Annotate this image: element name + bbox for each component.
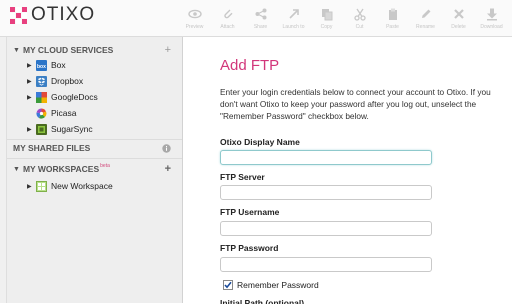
page-title: Add FTP xyxy=(220,57,280,74)
cut-label: Cut xyxy=(355,24,364,30)
preview-button[interactable]: Preview xyxy=(178,0,211,36)
info-icon xyxy=(162,143,171,153)
expand-arrow-icon: ▶ xyxy=(27,78,32,85)
paste-icon xyxy=(388,8,397,20)
sugarsync-icon xyxy=(36,123,47,135)
sidebar-item-googledocs[interactable]: ▶ GoogleDocs xyxy=(27,90,98,104)
copy-icon xyxy=(321,9,332,21)
sidebar-item-label: New Workspace xyxy=(51,181,113,191)
add-workspace-button[interactable]: + xyxy=(165,162,171,176)
sidebar-item-label: GoogleDocs xyxy=(51,92,98,102)
plus-icon: + xyxy=(164,163,171,175)
attach-label: Attach xyxy=(220,24,235,30)
ftp-server-label: FTP Server xyxy=(220,172,265,182)
collapse-rail[interactable] xyxy=(0,37,7,303)
sidebar: ▼ MY CLOUD SERVICES + ▶ box Box ▶ Dropbo… xyxy=(7,37,183,303)
remember-password-label: Remember Password xyxy=(237,280,319,290)
copy-label: Copy xyxy=(320,24,333,30)
pencil-icon xyxy=(421,9,430,18)
paste-label: Paste xyxy=(386,24,399,30)
copy-button[interactable]: Copy xyxy=(310,0,343,36)
display-name-label: Otixo Display Name xyxy=(220,137,300,147)
display-name-input[interactable] xyxy=(220,150,432,165)
otixo-logo[interactable]: OTIXO xyxy=(10,4,96,25)
share-button[interactable]: Share xyxy=(244,0,277,36)
sidebar-item-dropbox[interactable]: ▶ Dropbox xyxy=(27,74,83,88)
delete-label: Delete xyxy=(451,24,466,30)
download-label: Download xyxy=(480,24,503,30)
cut-button[interactable]: Cut xyxy=(343,0,376,36)
plus-icon: + xyxy=(164,44,171,56)
logo-text: OTIXO xyxy=(31,4,96,25)
eye-icon xyxy=(187,9,202,19)
shared-files-header[interactable]: MY SHARED FILES xyxy=(13,141,90,155)
launch-label: Launch to xyxy=(282,24,305,30)
cloud-services-header[interactable]: ▼ MY CLOUD SERVICES xyxy=(13,43,113,57)
download-icon xyxy=(486,8,497,21)
ftp-password-label: FTP Password xyxy=(220,243,279,253)
picasa-icon xyxy=(36,108,47,119)
expand-arrow-icon: ▶ xyxy=(27,126,32,133)
ftp-server-input[interactable] xyxy=(220,185,432,200)
paste-button[interactable]: Paste xyxy=(376,0,409,36)
dropbox-icon xyxy=(36,75,47,87)
sidebar-divider xyxy=(7,139,182,140)
workspaces-header[interactable]: ▼ MY WORKSPACES beta xyxy=(13,162,110,176)
sidebar-item-label: Box xyxy=(51,60,66,70)
googledocs-icon xyxy=(36,91,47,103)
delete-button[interactable]: Delete xyxy=(442,0,475,36)
sidebar-divider xyxy=(7,158,182,159)
share-label: Share xyxy=(253,24,268,30)
initial-path-label: Initial Path (optional) xyxy=(220,298,305,304)
toolbar: Preview Attach Share Launch to Copy Cut … xyxy=(178,0,508,36)
launch-icon xyxy=(288,9,299,19)
sidebar-item-sugarsync[interactable]: ▶ SugarSync xyxy=(27,122,93,136)
rename-button[interactable]: Rename xyxy=(409,0,442,36)
intro-text: Enter your login credentials below to co… xyxy=(220,87,491,121)
remember-password-checkbox[interactable] xyxy=(223,280,233,290)
preview-label: Preview xyxy=(185,24,204,30)
download-button[interactable]: Download xyxy=(475,0,508,36)
scissors-icon xyxy=(353,8,366,21)
sidebar-item-label: Picasa xyxy=(51,108,77,118)
collapse-triangle-icon: ▼ xyxy=(13,46,20,54)
share-icon xyxy=(255,8,266,20)
shared-files-info-button[interactable] xyxy=(162,141,171,155)
logo-mark-icon xyxy=(10,6,27,24)
attach-button[interactable]: Attach xyxy=(211,0,244,36)
ftp-password-input[interactable] xyxy=(220,257,432,272)
top-bar: OTIXO Preview Attach Share Launch to Cop… xyxy=(0,0,512,37)
ftp-username-label: FTP Username xyxy=(220,207,280,217)
expand-arrow-icon: ▶ xyxy=(27,94,32,101)
expand-arrow-icon: ▶ xyxy=(27,62,32,69)
attach-icon xyxy=(223,9,232,19)
shared-files-title: MY SHARED FILES xyxy=(13,143,91,153)
remember-password-row[interactable]: Remember Password xyxy=(223,280,319,290)
ftp-username-input[interactable] xyxy=(220,221,432,236)
sidebar-item-picasa[interactable]: Picasa xyxy=(27,106,77,120)
delete-icon xyxy=(453,9,464,19)
rename-label: Rename xyxy=(416,24,435,30)
workspace-icon xyxy=(36,180,47,192)
cloud-services-title: MY CLOUD SERVICES xyxy=(22,45,114,55)
checkmark-icon xyxy=(224,281,232,289)
add-cloud-service-button[interactable]: + xyxy=(165,43,171,57)
workspaces-title: MY WORKSPACES xyxy=(22,164,100,174)
sidebar-item-label: SugarSync xyxy=(51,124,93,134)
sidebar-item-new-workspace[interactable]: ▶ New Workspace xyxy=(27,179,113,193)
svg-text:box: box xyxy=(37,64,46,70)
sidebar-item-box[interactable]: ▶ box Box xyxy=(27,58,66,72)
beta-badge: beta xyxy=(100,163,110,169)
box-icon: box xyxy=(36,59,47,71)
sidebar-item-label: Dropbox xyxy=(51,76,84,86)
expand-arrow-icon: ▶ xyxy=(27,183,32,190)
launch-button[interactable]: Launch to xyxy=(277,0,310,36)
collapse-triangle-icon: ▼ xyxy=(13,165,20,173)
